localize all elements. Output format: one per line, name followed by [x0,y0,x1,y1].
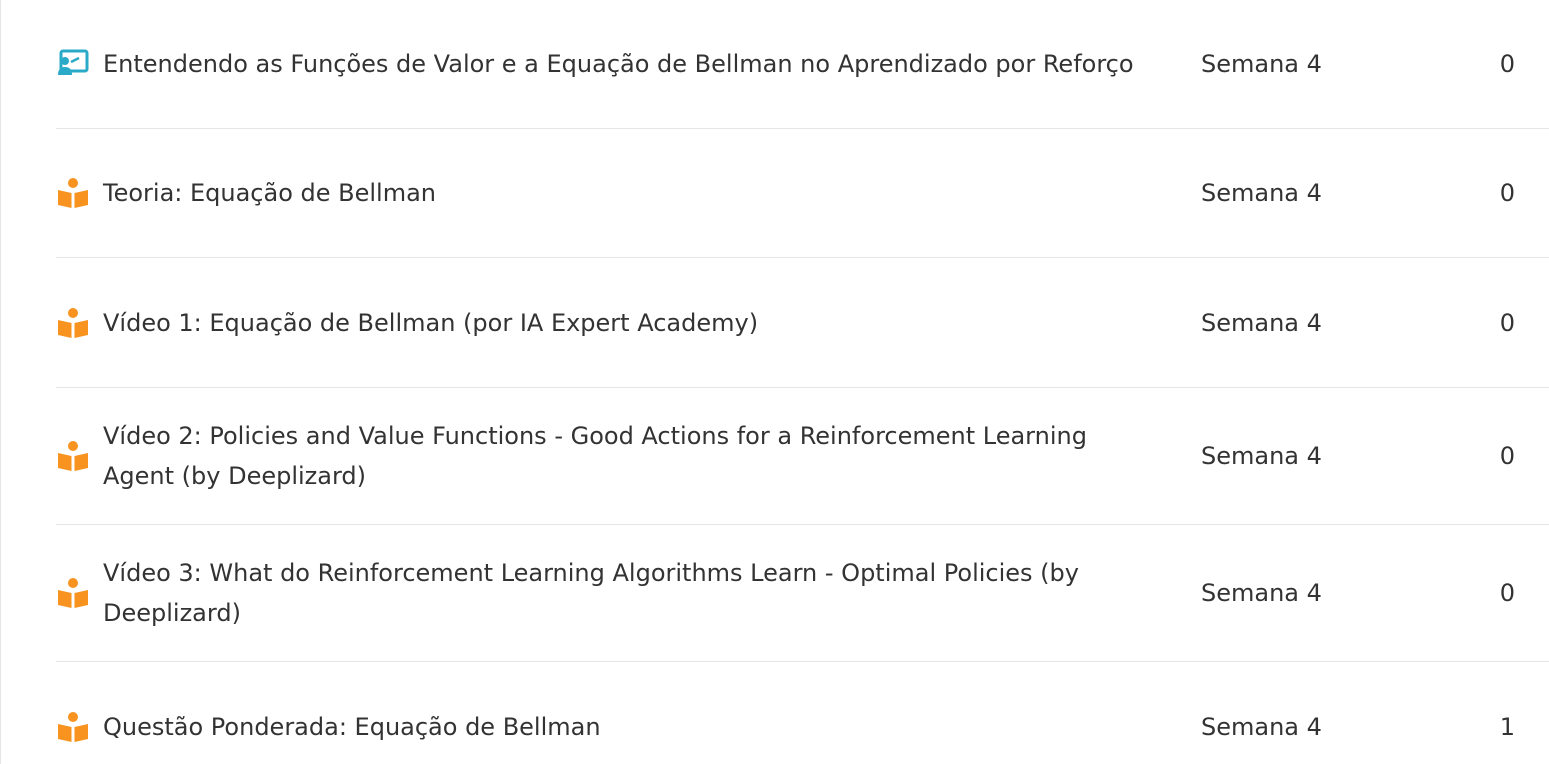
week-label: Semana 4 [1201,579,1322,607]
activity-title-cell: Teoria: Equação de Bellman [56,129,1150,257]
activity-title-link[interactable]: Teoria: Equação de Bellman [103,173,436,213]
book-reader-icon [56,576,90,610]
activity-title-cell: Vídeo 1: Equação de Bellman (por IA Expe… [56,258,1150,387]
activity-title-link[interactable]: Vídeo 2: Policies and Value Functions - … [103,416,1150,496]
week-label: Semana 4 [1201,713,1322,741]
count-value: 0 [1499,179,1515,207]
book-reader-icon [56,710,90,744]
activity-title-link[interactable]: Vídeo 1: Equação de Bellman (por IA Expe… [103,303,758,343]
count-value: 0 [1499,442,1515,470]
table-row: Teoria: Equação de Bellman Semana 4 0 [56,129,1549,258]
count-value: 1 [1499,713,1515,741]
activity-title-cell: Vídeo 2: Policies and Value Functions - … [56,388,1150,524]
activity-title-cell: Vídeo 3: What do Reinforcement Learning … [56,525,1150,661]
table-row: Vídeo 3: What do Reinforcement Learning … [56,525,1549,662]
week-label: Semana 4 [1201,308,1322,337]
table-row: Vídeo 1: Equação de Bellman (por IA Expe… [56,258,1549,388]
book-reader-icon [56,306,90,340]
count-value: 0 [1499,308,1515,337]
table-row: Vídeo 2: Policies and Value Functions - … [56,388,1549,525]
table-row: Entendendo as Funções de Valor e a Equaç… [56,0,1549,129]
table-row: Questão Ponderada: Equação de Bellman Se… [56,662,1549,764]
book-reader-icon [56,176,90,210]
activity-title-link[interactable]: Entendendo as Funções de Valor e a Equaç… [103,44,1134,84]
week-label: Semana 4 [1201,50,1322,78]
presentation-icon [56,47,90,81]
activity-table: Entendendo as Funções de Valor e a Equaç… [56,0,1549,764]
count-value: 0 [1499,579,1515,607]
activity-title-cell: Entendendo as Funções de Valor e a Equaç… [56,0,1150,128]
week-label: Semana 4 [1201,179,1322,207]
left-border [0,0,1,764]
count-value: 0 [1499,50,1515,78]
week-label: Semana 4 [1201,442,1322,470]
book-reader-icon [56,439,90,473]
activity-list-page: Entendendo as Funções de Valor e a Equaç… [0,0,1549,764]
activity-title-cell: Questão Ponderada: Equação de Bellman [56,662,1150,764]
activity-title-link[interactable]: Questão Ponderada: Equação de Bellman [103,707,601,747]
activity-title-link[interactable]: Vídeo 3: What do Reinforcement Learning … [103,553,1150,633]
